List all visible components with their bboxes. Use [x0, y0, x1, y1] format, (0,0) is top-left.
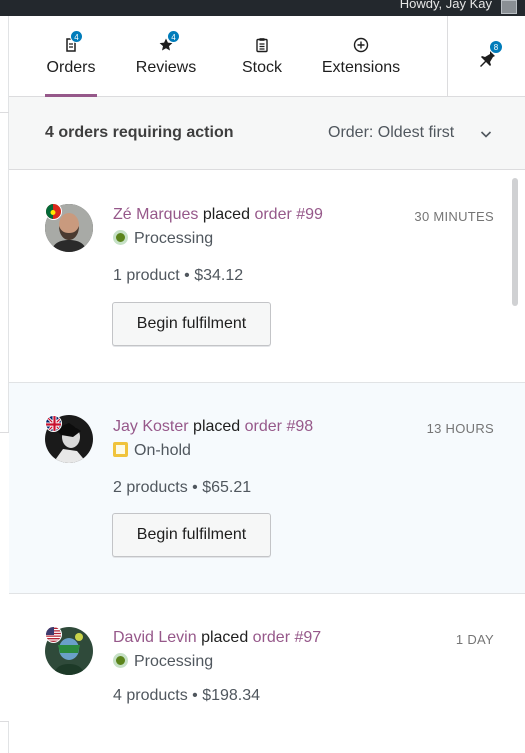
order-summary: 2 products • $65.21 — [113, 479, 252, 496]
scrollbar[interactable] — [512, 178, 518, 306]
portugal-flag-icon — [45, 203, 62, 220]
tab-reviews-label: Reviews — [135, 59, 197, 76]
notifications-badge: 8 — [489, 40, 503, 54]
notifications-button[interactable]: 8 — [448, 16, 525, 97]
tab-extensions-label: Extensions — [321, 59, 401, 76]
customer-name-link[interactable]: Zé Marques — [113, 206, 198, 223]
tab-stock[interactable]: Stock — [234, 16, 290, 97]
howdy-greeting[interactable]: Howdy, Jay Kay — [400, 0, 492, 12]
status-label: On-hold — [134, 442, 191, 459]
plus-circle-icon — [353, 37, 369, 53]
clipboard-icon — [256, 38, 268, 53]
order-headline: David Levin placed order #97 — [113, 629, 321, 647]
order-time: 1 DAY — [455, 632, 494, 647]
order-summary: 1 product • $34.12 — [113, 267, 244, 284]
uk-flag-icon — [45, 415, 62, 432]
us-flag-icon — [45, 626, 62, 643]
status-badge: On-hold — [113, 442, 191, 460]
sort-dropdown[interactable]: Order: Oldest first — [328, 124, 454, 142]
placed-text: placed — [201, 629, 249, 646]
left-edge-divider — [0, 112, 9, 113]
activity-tabs: 4 Orders 4 Reviews Stock Extensions 8 — [9, 16, 525, 97]
tab-stock-label: Stock — [241, 59, 282, 76]
status-badge: Processing — [113, 230, 213, 248]
processing-status-icon — [113, 653, 128, 668]
admin-bar: Howdy, Jay Kay — [0, 0, 525, 16]
page-title: 4 orders requiring action — [45, 124, 234, 141]
order-summary: 4 products • $198.34 — [113, 687, 261, 704]
order-card: Jay Koster placed order #98 13 HOURS On-… — [9, 383, 525, 594]
tab-extensions[interactable]: Extensions — [317, 16, 405, 97]
status-badge: Processing — [113, 653, 213, 671]
status-label: Processing — [134, 230, 214, 247]
placed-text: placed — [193, 418, 241, 435]
order-card: David Levin placed order #97 1 DAY Proce… — [9, 594, 525, 753]
placed-text: placed — [202, 206, 250, 223]
processing-status-icon — [113, 230, 128, 245]
order-card: Zé Marques placed order #99 30 MINUTES P… — [9, 170, 525, 383]
reviews-badge: 4 — [167, 30, 180, 43]
order-link[interactable]: order #98 — [245, 418, 314, 435]
begin-fulfilment-button[interactable]: Begin fulfilment — [112, 513, 271, 557]
order-headline: Jay Koster placed order #98 — [113, 418, 313, 436]
tab-orders-label: Orders — [46, 59, 96, 76]
orders-list: Zé Marques placed order #99 30 MINUTES P… — [9, 170, 525, 753]
activity-panel: 4 Orders 4 Reviews Stock Extensions 8 4 … — [9, 16, 525, 753]
tab-orders[interactable]: 4 Orders — [45, 16, 97, 97]
status-label: Processing — [134, 653, 214, 670]
customer-name-link[interactable]: Jay Koster — [113, 418, 189, 435]
order-link[interactable]: order #97 — [253, 629, 322, 646]
begin-fulfilment-button[interactable]: Begin fulfilment — [112, 302, 271, 346]
orders-header: 4 orders requiring action Order: Oldest … — [9, 97, 525, 170]
order-link[interactable]: order #99 — [254, 206, 323, 223]
on-hold-status-icon — [113, 442, 128, 457]
left-edge-panel — [0, 432, 9, 722]
left-page-edge — [0, 16, 9, 753]
orders-badge: 4 — [70, 30, 83, 43]
order-headline: Zé Marques placed order #99 — [113, 206, 323, 224]
order-time: 30 MINUTES — [414, 209, 494, 224]
chevron-down-icon[interactable] — [479, 127, 493, 141]
tab-reviews[interactable]: 4 Reviews — [131, 16, 201, 97]
customer-name-link[interactable]: David Levin — [113, 629, 197, 646]
order-time: 13 HOURS — [426, 421, 494, 436]
admin-avatar[interactable] — [501, 0, 517, 14]
